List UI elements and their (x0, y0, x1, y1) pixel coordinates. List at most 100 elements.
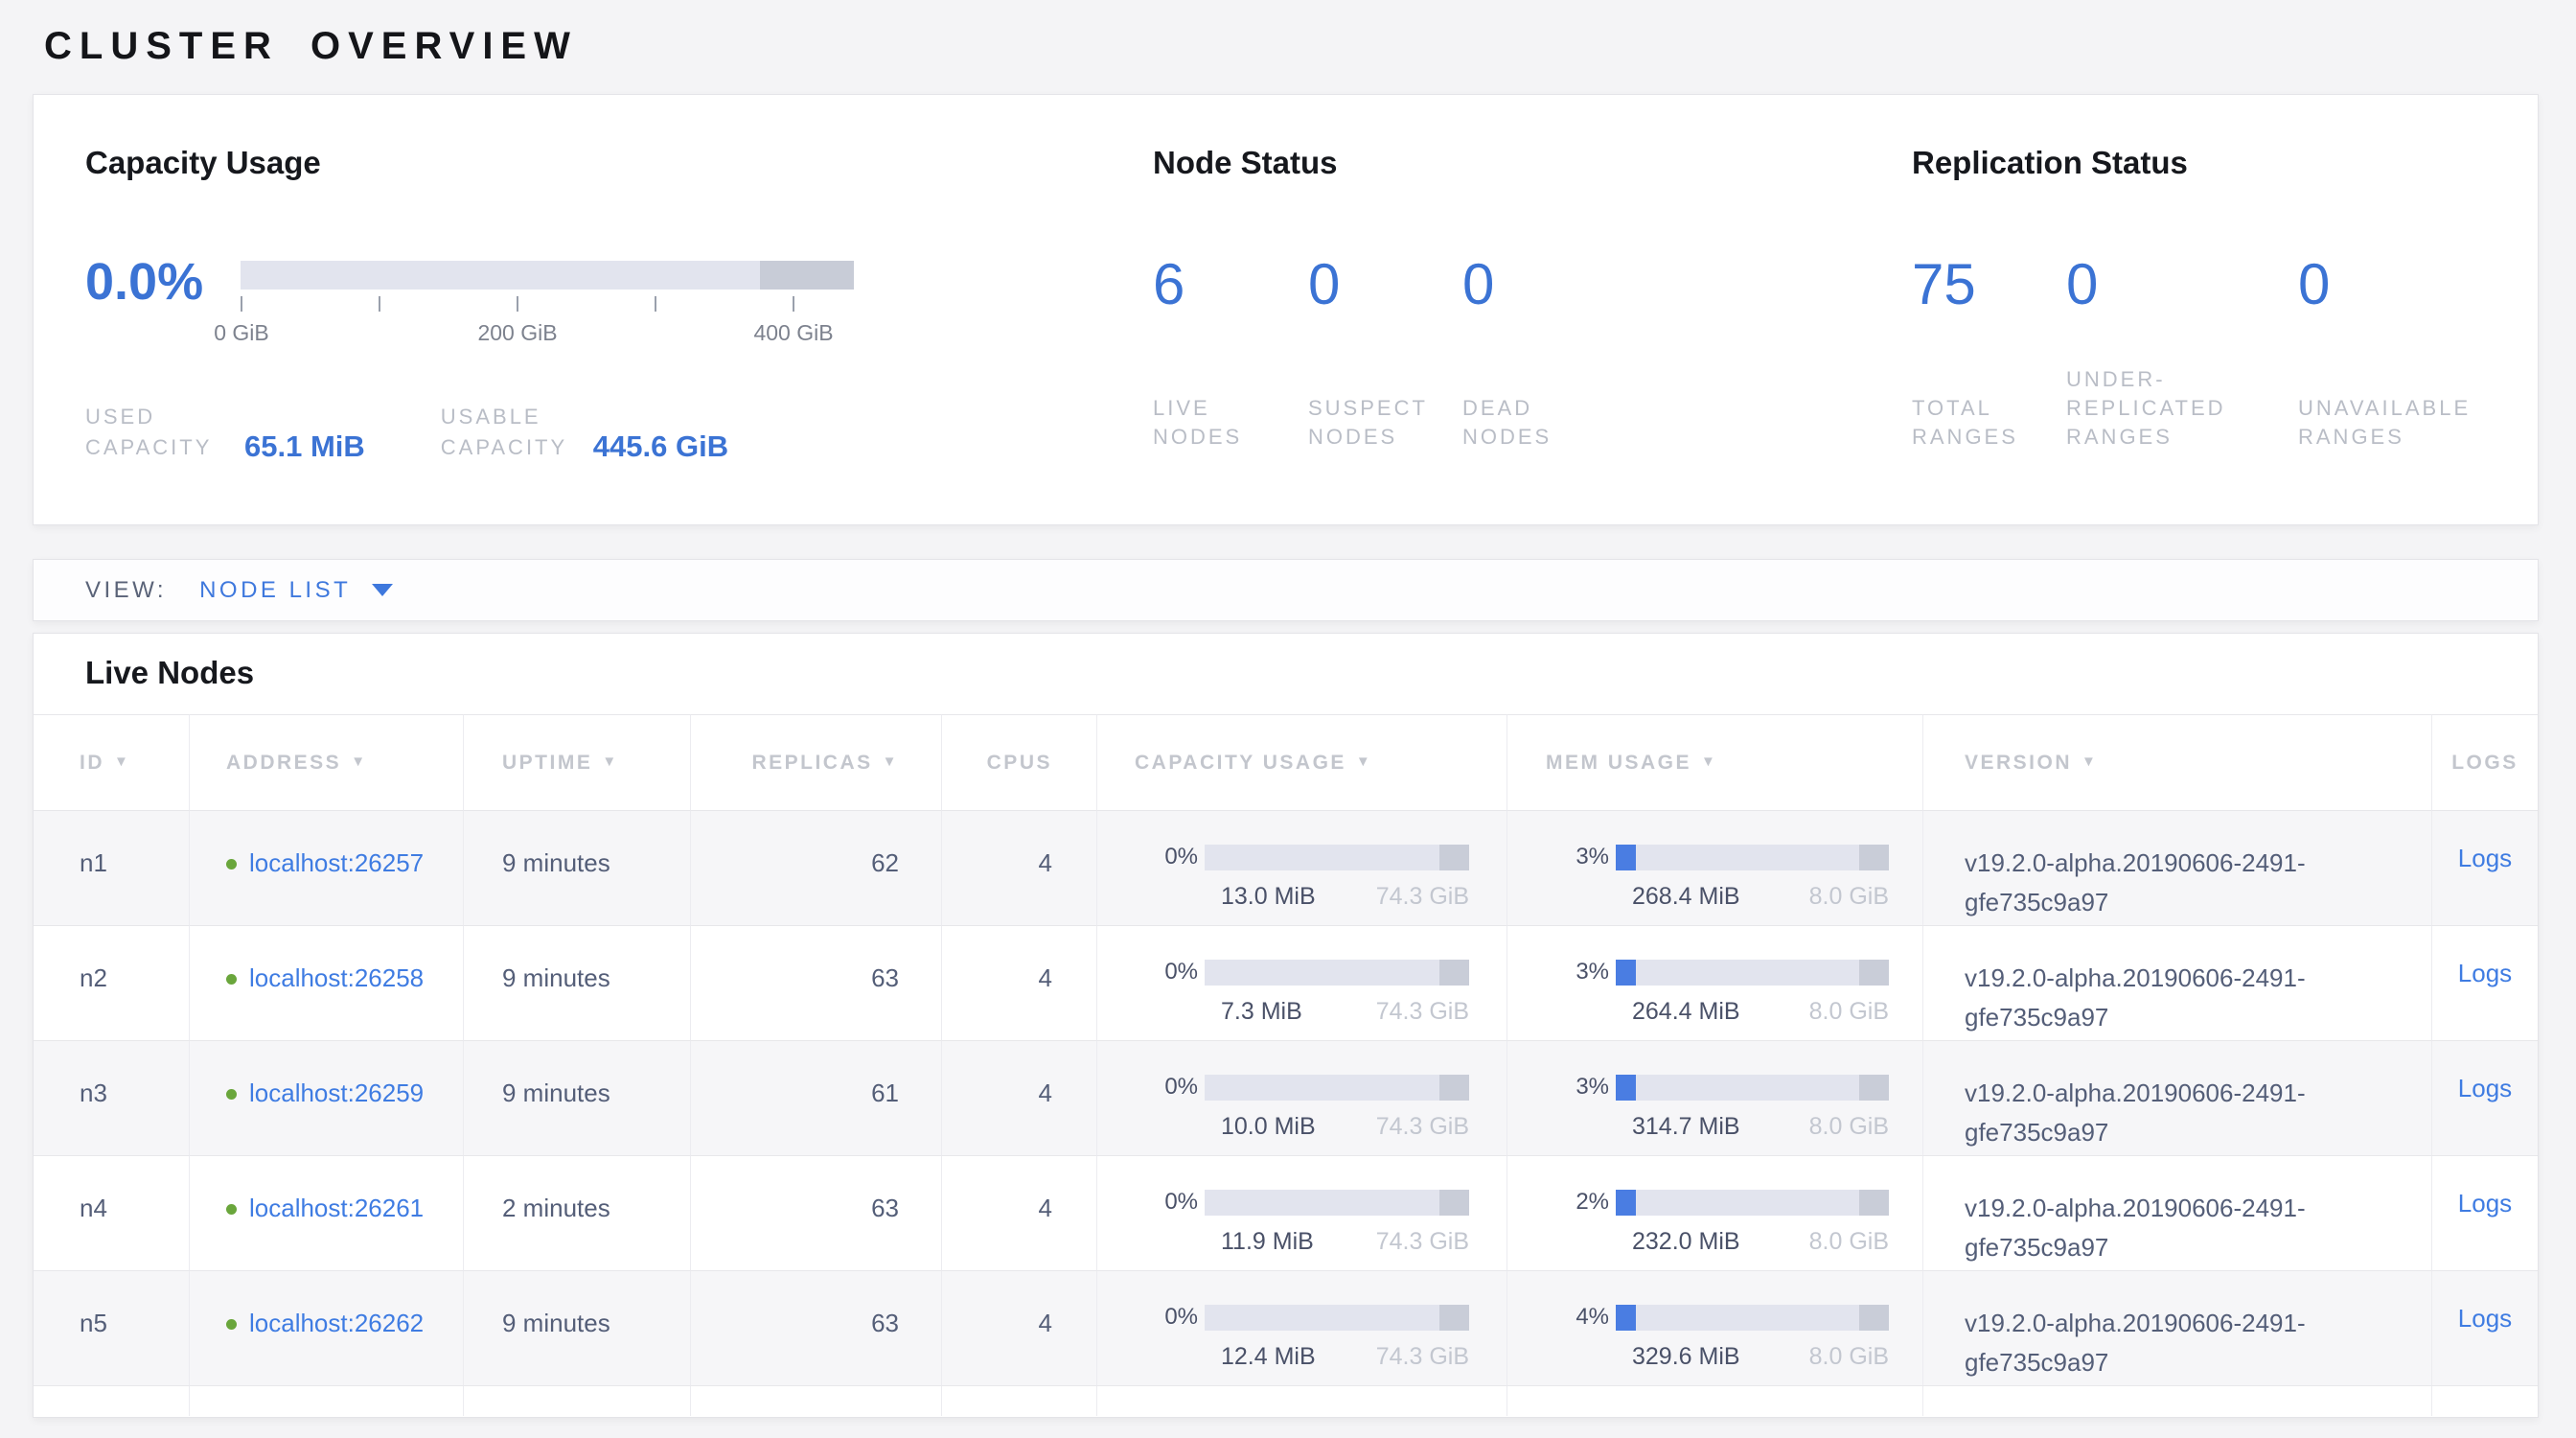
column-header-version[interactable]: VERSION▼ (1923, 714, 2432, 810)
mem-used-value: 268.4 MiB (1632, 883, 1740, 911)
bar-fill (1616, 1190, 1636, 1216)
capacity-bar (1205, 960, 1469, 986)
empty-cell (1507, 1385, 1923, 1416)
node-address-cell: localhost:26261 (190, 1155, 464, 1270)
view-selected-value: NODE LIST (199, 577, 351, 604)
mem-percent-label: 2% (1546, 1189, 1609, 1216)
node-uptime: 9 minutes (464, 1270, 691, 1385)
column-label: ID (80, 752, 104, 775)
logs-link[interactable]: Logs (2458, 1304, 2512, 1333)
node-version: v19.2.0-alpha.20190606-2491-gfe735c9a97 (1923, 1270, 2432, 1385)
sort-desc-icon: ▼ (1701, 754, 1717, 770)
mem-used-value: 232.0 MiB (1632, 1228, 1740, 1256)
column-label: LOGS (2451, 752, 2518, 775)
table-header-row: ID▼ ADDRESS▼ UPTIME▼ REPLICAS▼ CPUS CAPA… (34, 714, 2538, 810)
capacity-total-value: 74.3 GiB (1376, 1113, 1469, 1141)
node-capacity-usage-cell: 0% 11.9 MiB74.3 GiB (1097, 1155, 1507, 1270)
column-header-mem-usage[interactable]: MEM USAGE▼ (1507, 714, 1923, 810)
mem-percent-label: 4% (1546, 1304, 1609, 1331)
mem-total-value: 8.0 GiB (1809, 998, 1889, 1026)
node-replicas: 63 (691, 1270, 942, 1385)
mem-total-value: 8.0 GiB (1809, 1113, 1889, 1141)
node-replicas: 62 (691, 810, 942, 925)
axis-tick (241, 296, 242, 312)
node-address-link[interactable]: localhost:26257 (249, 848, 424, 877)
axis-tick (655, 296, 656, 312)
node-cpus: 4 (942, 925, 1097, 1040)
node-cpus: 4 (942, 1155, 1097, 1270)
column-header-cpus: CPUS (942, 714, 1097, 810)
dead-nodes-count: 0 (1462, 256, 1616, 313)
axis-tick-label: 0 GiB (214, 320, 269, 346)
column-header-address[interactable]: ADDRESS ▼ (190, 714, 464, 810)
used-capacity-stat: USED CAPACITY 65.1 MiB (85, 402, 365, 463)
bar-fill (1616, 960, 1636, 986)
view-label: VIEW: (85, 577, 167, 604)
node-id: n1 (34, 810, 190, 925)
column-header-capacity-usage[interactable]: CAPACITY USAGE▼ (1097, 714, 1507, 810)
node-version: v19.2.0-alpha.20190606-2491-gfe735c9a97 (1923, 925, 2432, 1040)
node-capacity-usage-cell: 0% 13.0 MiB74.3 GiB (1097, 810, 1507, 925)
logs-link[interactable]: Logs (2458, 959, 2512, 987)
node-address-link[interactable]: localhost:26258 (249, 963, 424, 992)
empty-cell (942, 1385, 1097, 1416)
node-version: v19.2.0-alpha.20190606-2491-gfe735c9a97 (1923, 1155, 2432, 1270)
sort-desc-icon: ▼ (1356, 754, 1372, 770)
capacity-percent: 0.0% (85, 254, 241, 310)
column-label: REPLICAS (751, 752, 872, 775)
mem-bar (1616, 960, 1889, 986)
column-header-id[interactable]: ID▼ (34, 714, 190, 810)
node-mem-usage-cell: 2% 232.0 MiB 8.0 GiB (1507, 1155, 1923, 1270)
capacity-percent-label: 0% (1135, 959, 1198, 986)
mem-total-value: 8.0 GiB (1809, 1228, 1889, 1256)
dead-nodes-label: DEAD NODES (1462, 394, 1616, 452)
capacity-gauge-nonusable-segment (760, 261, 854, 290)
unavailable-ranges-count: 0 (2298, 256, 2538, 313)
node-address-link[interactable]: localhost:26261 (249, 1194, 424, 1222)
node-address-cell: localhost:26258 (190, 925, 464, 1040)
logs-link[interactable]: Logs (2458, 1189, 2512, 1218)
capacity-percent-label: 0% (1135, 1074, 1198, 1101)
bar-nonusable-segment (1439, 1190, 1469, 1216)
node-uptime: 9 minutes (464, 1040, 691, 1155)
node-logs-cell: Logs (2432, 1040, 2538, 1155)
capacity-used-value: 11.9 MiB (1221, 1228, 1314, 1256)
sort-desc-icon: ▼ (602, 754, 618, 770)
node-address-link[interactable]: localhost:26259 (249, 1078, 424, 1107)
bar-nonusable-segment (1859, 1190, 1889, 1216)
column-header-uptime[interactable]: UPTIME▼ (464, 714, 691, 810)
capacity-bar (1205, 845, 1469, 870)
mem-bar (1616, 1305, 1889, 1331)
logs-link[interactable]: Logs (2458, 1074, 2512, 1102)
column-header-replicas[interactable]: REPLICAS ▼ (691, 714, 942, 810)
sort-desc-icon: ▼ (351, 754, 367, 770)
live-status-dot-icon (226, 859, 237, 870)
suspect-nodes-count: 0 (1308, 256, 1423, 313)
node-mem-usage-cell: 4% 329.6 MiB8.0 GiB (1507, 1270, 1923, 1385)
axis-tick (793, 296, 794, 312)
capacity-used-value: 7.3 MiB (1221, 998, 1302, 1026)
mem-used-value: 314.7 MiB (1632, 1113, 1740, 1141)
logs-link[interactable]: Logs (2458, 844, 2512, 872)
node-address-link[interactable]: localhost:26262 (249, 1309, 424, 1337)
sort-desc-icon: ▼ (883, 754, 899, 770)
node-cpus: 4 (942, 810, 1097, 925)
axis-tick-label: 400 GiB (753, 320, 833, 346)
view-selector-dropdown[interactable]: NODE LIST (199, 577, 393, 604)
empty-cell (691, 1385, 942, 1416)
capacity-bar (1205, 1305, 1469, 1331)
live-nodes-label: LIVE NODES (1153, 394, 1269, 452)
usable-capacity-stat: USABLE CAPACITY 445.6 GiB (441, 402, 728, 463)
column-label: ADDRESS (226, 752, 341, 775)
node-status-section: Node Status 6 0 0 LIVE NODES SUSPECT NOD… (1153, 145, 1912, 524)
live-status-dot-icon (226, 974, 237, 985)
page-title: CLUSTER OVERVIEW (44, 25, 2576, 68)
replication-status-section: Replication Status 75 0 0 TOTAL RANGES U… (1912, 145, 2538, 524)
empty-cell (2432, 1385, 2538, 1416)
mem-percent-label: 3% (1546, 959, 1609, 986)
live-nodes-count: 6 (1153, 256, 1269, 313)
mem-total-value: 8.0 GiB (1809, 1343, 1889, 1371)
node-mem-usage-cell: 3% 314.7 MiB8.0 GiB (1507, 1040, 1923, 1155)
used-capacity-label: USED CAPACITY (85, 402, 244, 463)
node-capacity-usage-cell: 0% 7.3 MiB74.3 GiB (1097, 925, 1507, 1040)
